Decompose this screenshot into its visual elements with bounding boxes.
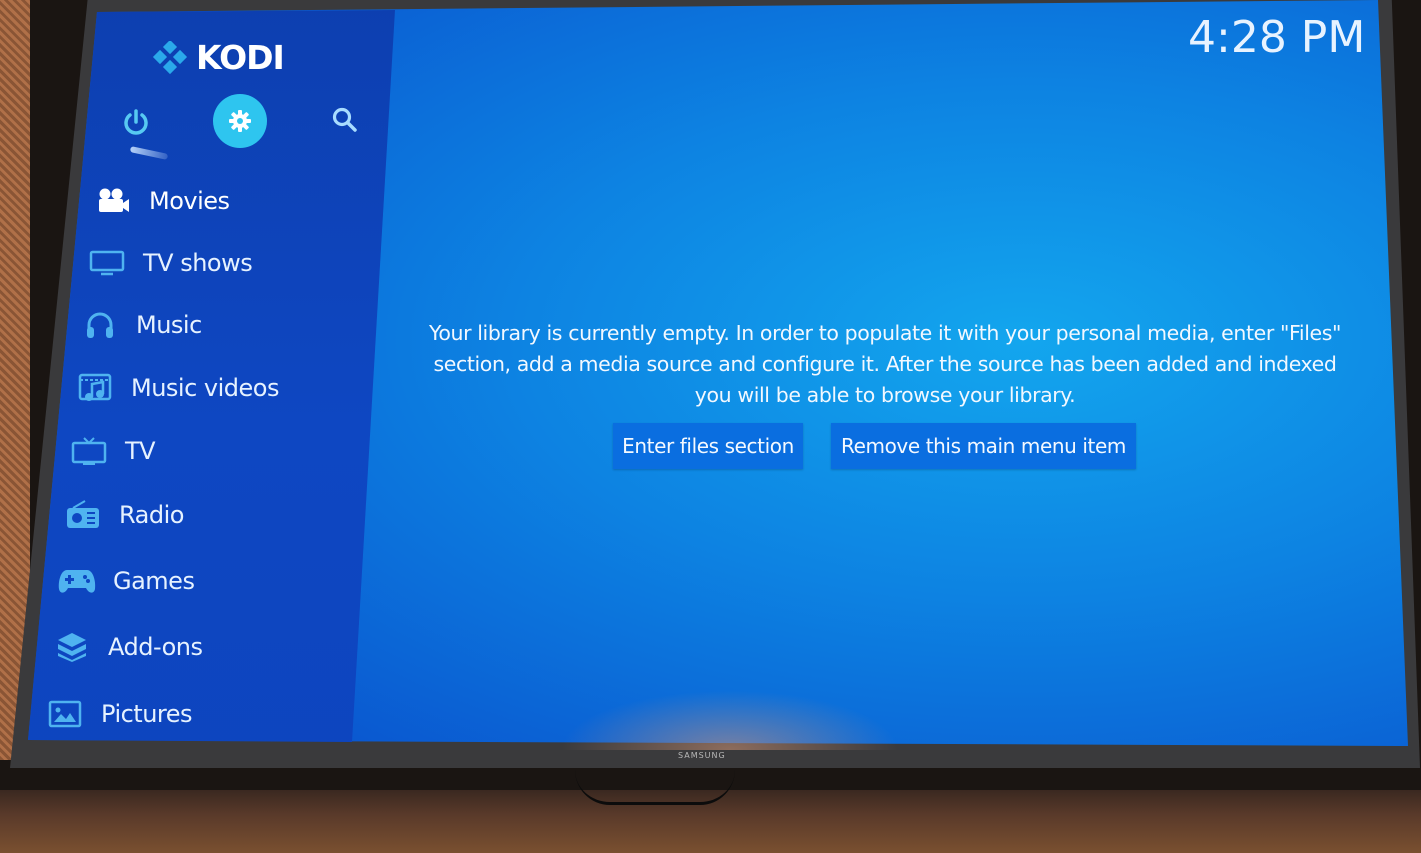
remove-menu-item-button[interactable]: Remove this main menu item [831,423,1136,469]
sidebar-item-radio[interactable]: Radio [63,498,184,532]
app-title: KODI [196,38,285,77]
clock: 4:28 PM [1188,12,1366,63]
tv-cable [575,770,735,805]
music-video-icon [75,371,115,405]
monitor-icon [87,246,127,280]
sidebar-item-label: TV [125,437,156,465]
sidebar-item-label: Radio [119,501,184,529]
movie-camera-icon [93,184,133,218]
sidebar-item-tv-shows[interactable]: TV shows [87,246,253,280]
empty-library-message: Your library is currently empty. In orde… [428,321,1342,407]
kodi-logo-icon [152,40,188,74]
sidebar-item-label: Movies [149,187,230,215]
tv-icon [69,434,109,468]
gamepad-icon [57,564,97,598]
sidebar-item-games[interactable]: Games [57,564,195,598]
screen-glare [560,690,900,750]
settings-button[interactable] [213,94,267,148]
sidebar-item-tv[interactable]: TV [69,434,156,468]
power-icon [124,109,148,135]
picture-icon [45,697,85,731]
sidebar-item-music[interactable]: Music [80,308,202,342]
sidebar-item-label: Music videos [131,374,279,402]
search-icon [332,107,357,132]
search-button[interactable] [327,102,363,138]
gear-icon [229,110,251,132]
sidebar-item-pictures[interactable]: Pictures [45,697,193,731]
tv-brand-label: SAMSUNG [678,751,726,760]
sidebar-item-label: Add-ons [108,633,203,661]
headphones-icon [80,308,120,342]
sidebar-item-music-videos[interactable]: Music videos [75,371,279,405]
kodi-logo: KODI [152,38,285,77]
sidebar-item-movies[interactable]: Movies [93,184,230,218]
radio-icon [63,498,103,532]
power-button[interactable] [118,104,154,140]
sidebar-item-label: TV shows [143,249,253,277]
sidebar-item-label: Games [113,567,195,595]
sidebar-item-add-ons[interactable]: Add-ons [52,630,203,664]
sidebar-item-label: Music [136,311,202,339]
enter-files-section-button[interactable]: Enter files section [613,423,803,469]
sidebar-item-label: Pictures [101,700,193,728]
addons-box-icon [52,630,92,664]
